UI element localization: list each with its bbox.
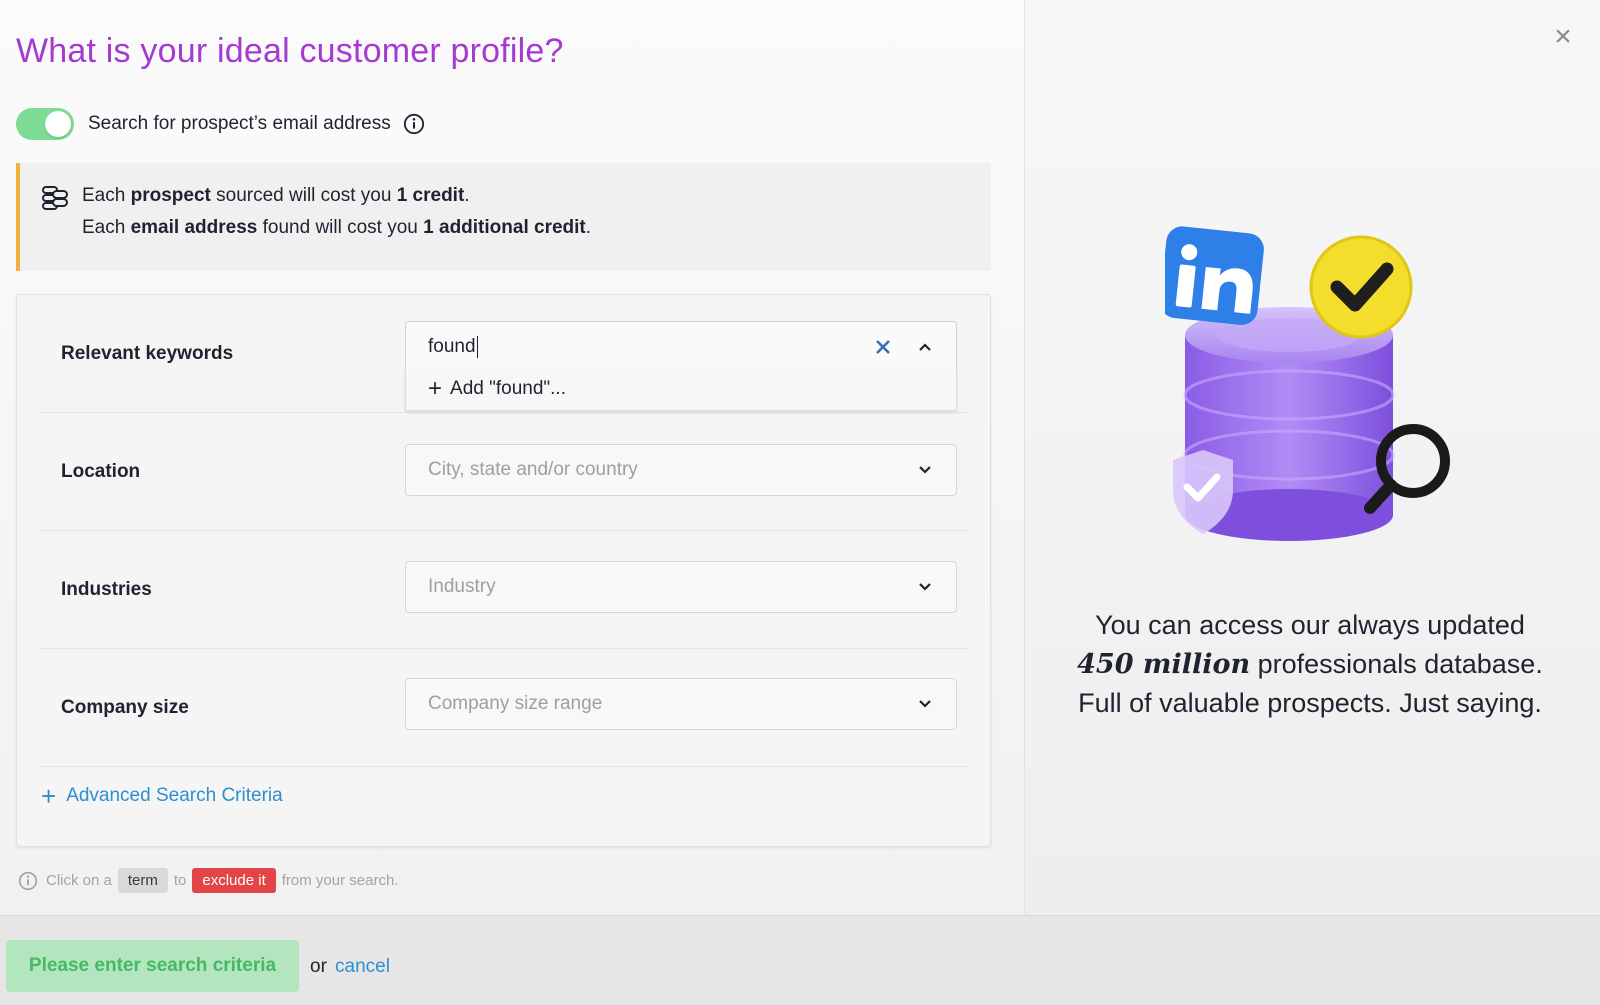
company-size-label: Company size — [61, 696, 189, 718]
credit-notice: Each prospect sourced will cost you 1 cr… — [16, 163, 991, 271]
email-toggle-label: Search for prospect’s email address — [88, 113, 391, 134]
term-example-pill: term — [117, 868, 168, 893]
email-search-toggle[interactable] — [16, 108, 74, 140]
location-placeholder: City, state and/or country — [428, 459, 638, 480]
chevron-down-icon[interactable] — [916, 695, 934, 713]
industries-row: Industries Industry — [39, 531, 969, 649]
hint-text-3: from your search. — [281, 872, 399, 889]
hint-text-1: Click on a — [46, 872, 112, 889]
chevron-up-icon[interactable] — [916, 338, 934, 356]
submit-search-button[interactable]: Please enter search criteria — [6, 940, 299, 992]
chevron-down-icon[interactable] — [916, 578, 934, 596]
advanced-search-link[interactable]: + Advanced Search Criteria — [41, 783, 283, 809]
database-illustration — [1165, 226, 1450, 541]
industries-select[interactable]: Industry — [405, 561, 957, 613]
keywords-label: Relevant keywords — [61, 342, 234, 364]
or-text: or — [310, 956, 327, 977]
credit-line-prospect: Each prospect sourced will cost you 1 cr… — [82, 185, 470, 206]
company-size-row: Company size Company size range — [39, 649, 969, 767]
keywords-row: Relevant keywords found + Add "found"... — [39, 295, 969, 413]
promo-line-3: Full of valuable prospects. Just saying. — [1078, 688, 1542, 718]
suggestion-label: Add "found"... — [450, 377, 566, 399]
location-select[interactable]: City, state and/or country — [405, 444, 957, 496]
industries-placeholder: Industry — [428, 576, 496, 597]
modal-footer: Please enter search criteria or cancel — [0, 915, 1600, 1005]
cancel-link[interactable]: cancel — [335, 956, 390, 978]
search-criteria-form: Relevant keywords found + Add "found"...… — [16, 294, 991, 847]
promo-highlight: 450 million — [1077, 649, 1251, 680]
promo-line-1: You can access our always updated — [1095, 610, 1525, 640]
advanced-search-label: Advanced Search Criteria — [66, 785, 283, 806]
location-row: Location City, state and/or country — [39, 413, 969, 531]
email-toggle-row: Search for prospect’s email address — [16, 108, 425, 140]
plus-icon: + — [428, 374, 443, 402]
toggle-knob — [45, 111, 71, 137]
promo-line-2: 450 million professionals database. — [1077, 649, 1543, 680]
company-size-select[interactable]: Company size range — [405, 678, 957, 730]
keywords-input[interactable]: found — [405, 321, 957, 373]
info-icon[interactable] — [403, 113, 425, 135]
company-size-placeholder: Company size range — [428, 693, 603, 714]
exclude-example-pill: exclude it — [192, 868, 276, 893]
info-icon — [18, 871, 38, 890]
keywords-value: found — [428, 335, 478, 358]
exclude-hint: Click on a term to exclude it from your … — [18, 868, 398, 893]
hint-text-2: to — [173, 872, 187, 889]
promo-text: You can access our always updated 450 mi… — [1040, 606, 1580, 723]
keyword-suggestion[interactable]: + Add "found"... — [405, 367, 957, 411]
credit-line-email: Each email address found will cost you 1… — [82, 217, 592, 238]
industries-label: Industries — [61, 578, 152, 600]
coins-icon — [42, 186, 68, 210]
modal-title: What is your ideal customer profile? — [16, 32, 564, 70]
close-icon[interactable]: × — [1548, 22, 1578, 52]
location-label: Location — [61, 460, 141, 482]
clear-icon[interactable] — [874, 338, 892, 356]
plus-icon: + — [41, 781, 57, 811]
chevron-down-icon[interactable] — [916, 461, 934, 479]
